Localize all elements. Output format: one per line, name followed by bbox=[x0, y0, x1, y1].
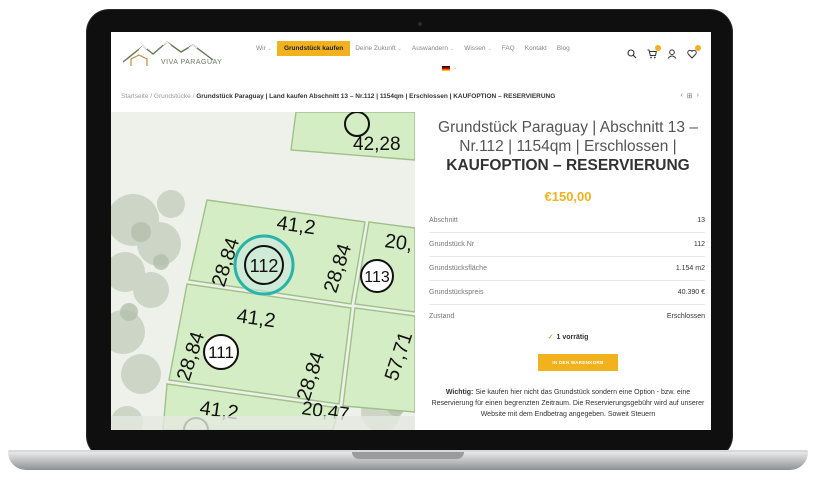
chevron-down-icon: ⌄ bbox=[453, 65, 458, 71]
plot-number-113: 113 bbox=[364, 269, 390, 286]
logo-text: VIVA PARAGUAY bbox=[161, 59, 223, 66]
search-icon[interactable] bbox=[627, 49, 637, 59]
spec-value: 1.154 m2 bbox=[675, 265, 705, 272]
wishlist-count-badge bbox=[695, 45, 701, 51]
breadcrumb-current: Grundstück Paraguay | Land kaufen Abschn… bbox=[196, 93, 556, 100]
chevron-down-icon: ⌄ bbox=[267, 46, 272, 52]
product-image[interactable]: 42,28 41,2 28,84 20, 28,84 41,2 28,84 57… bbox=[111, 112, 415, 430]
spec-row: Grundstück Nr 112 bbox=[429, 233, 705, 257]
nav-item-kontakt[interactable]: Kontakt bbox=[520, 42, 552, 55]
nav-label: Wissen bbox=[464, 45, 486, 52]
plot-number-112: 112 bbox=[250, 256, 279, 276]
nav-item-faq[interactable]: FAQ bbox=[497, 42, 520, 55]
cart-icon[interactable] bbox=[647, 45, 661, 59]
spec-label: Grundstückspreis bbox=[429, 289, 484, 296]
site-header: VIVA PARAGUAY Wir ⌄ Grundstück kaufen Dei… bbox=[111, 32, 711, 82]
plot-map-image: 42,28 41,2 28,84 20, 28,84 41,2 28,84 57… bbox=[111, 112, 415, 430]
chevron-down-icon: ⌄ bbox=[487, 46, 492, 52]
add-to-cart-button[interactable]: IN DEN WARENKORB bbox=[538, 354, 618, 371]
chevron-down-icon: ⌄ bbox=[450, 46, 455, 52]
nav-item-deine-zukunft[interactable]: Deine Zukunft ⌄ bbox=[350, 42, 407, 55]
grid-icon[interactable]: ⊞ bbox=[687, 92, 693, 100]
laptop-notch bbox=[352, 452, 464, 459]
breadcrumb-separator: / bbox=[192, 93, 195, 100]
spec-value: 13 bbox=[697, 217, 705, 224]
account-icon[interactable] bbox=[667, 49, 677, 59]
spec-row: Zustand Erschlossen bbox=[429, 305, 705, 328]
nav-label: Deine Zukunft bbox=[355, 45, 396, 52]
main-nav: Wir ⌄ Grundstück kaufen Deine Zukunft ⌄ Au… bbox=[251, 41, 575, 56]
browser-screen: VIVA PARAGUAY Wir ⌄ Grundstück kaufen Dei… bbox=[111, 32, 711, 430]
check-icon: ✓ bbox=[547, 334, 554, 341]
dimension-label: 42,28 bbox=[353, 134, 401, 155]
spec-label: Abschnitt bbox=[429, 217, 458, 224]
title-line: Nr.112 | 1154qm | Erschlossen | bbox=[459, 138, 677, 155]
spec-row: Grundstückspreis 40.390 € bbox=[429, 281, 705, 305]
thumbnail-strip[interactable] bbox=[111, 416, 415, 430]
spec-row: Abschnitt 13 bbox=[429, 209, 705, 233]
spec-label: Zustand bbox=[429, 313, 455, 320]
site-logo[interactable]: VIVA PARAGUAY bbox=[121, 38, 231, 72]
spec-value: Erschlossen bbox=[666, 313, 705, 320]
title-line-bold: KAUFOPTION – RESERVIERUNG bbox=[446, 157, 690, 174]
stock-text: 1 vorrätig bbox=[556, 334, 589, 341]
nav-item-wissen[interactable]: Wissen ⌄ bbox=[459, 42, 497, 55]
note-bold: Wichtig: bbox=[445, 389, 474, 396]
spec-label: Grundstück Nr bbox=[429, 241, 475, 248]
camera-icon bbox=[418, 22, 422, 26]
spec-value: 40.390 € bbox=[677, 289, 705, 296]
chevron-right-icon[interactable]: › bbox=[697, 92, 699, 100]
plot-number-111: 111 bbox=[208, 343, 234, 362]
dimension-label: 20, bbox=[383, 230, 414, 256]
header-icons bbox=[627, 45, 701, 59]
product-price: €150,00 bbox=[544, 189, 592, 204]
nav-item-grundstueck-kaufen[interactable]: Grundstück kaufen bbox=[276, 41, 351, 56]
product-title: Grundstück Paraguay | Abschnitt 13 – Nr.… bbox=[429, 118, 707, 175]
breadcrumb-grundstuecke[interactable]: Grundstücke bbox=[154, 93, 191, 100]
nav-item-auswandern[interactable]: Auswandern ⌄ bbox=[407, 42, 459, 55]
chevron-down-icon: ⌄ bbox=[397, 46, 402, 52]
important-note: Wichtig: Sie kaufen hier nicht das Grund… bbox=[429, 387, 707, 420]
title-line: Grundstück Paraguay | Abschnitt 13 – bbox=[438, 119, 698, 136]
nav-item-wir[interactable]: Wir ⌄ bbox=[251, 42, 277, 55]
breadcrumb-home[interactable]: Startseite bbox=[121, 93, 148, 100]
chevron-left-icon[interactable]: ‹ bbox=[680, 92, 682, 100]
cart-count-badge bbox=[655, 45, 661, 51]
wishlist-icon[interactable] bbox=[687, 45, 701, 59]
nav-item-blog[interactable]: Blog bbox=[552, 42, 575, 55]
stock-status: ✓ 1 vorrätig bbox=[429, 333, 707, 341]
german-flag-icon[interactable] bbox=[442, 66, 450, 71]
mountain-logo-icon bbox=[122, 41, 214, 66]
spec-label: Grundstücksfläche bbox=[429, 265, 487, 272]
spec-table: Abschnitt 13 Grundstück Nr 112 Grundstüc… bbox=[429, 209, 705, 328]
breadcrumb: Startseite / Grundstücke / Grundstück Pa… bbox=[121, 93, 555, 100]
product-nav: ‹ ⊞ › bbox=[680, 92, 699, 100]
nav-label: Auswandern bbox=[411, 45, 448, 52]
nav-label: Wir bbox=[256, 45, 266, 52]
spec-value: 112 bbox=[693, 241, 705, 248]
breadcrumb-separator: / bbox=[150, 93, 153, 100]
note-text: Sie kaufen hier nicht das Grundstück son… bbox=[431, 389, 705, 418]
spec-row: Grundstücksfläche 1.154 m2 bbox=[429, 257, 705, 281]
